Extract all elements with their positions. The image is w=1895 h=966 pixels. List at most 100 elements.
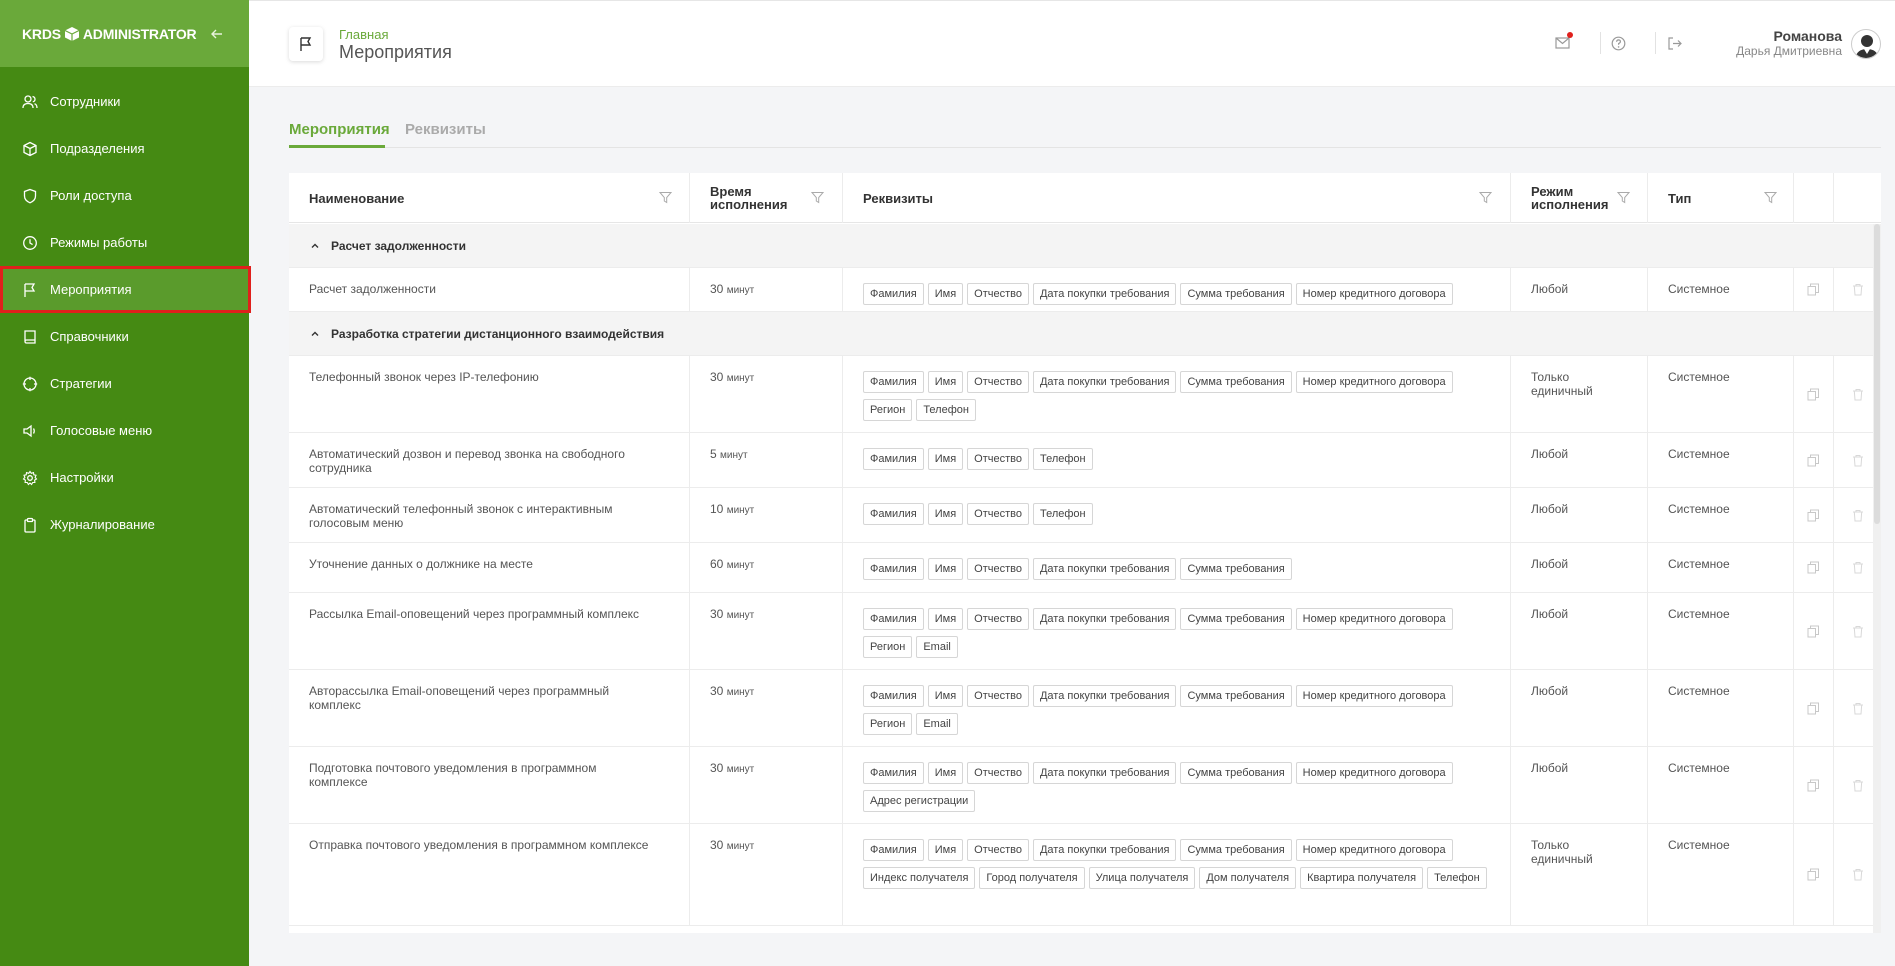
requisite-tag: Сумма требования <box>1180 283 1292 305</box>
time-value: 30 <box>710 370 724 384</box>
cell-requisites: Фамилия Имя Отчество Дата покупки требовани… <box>843 356 1511 432</box>
copy-button[interactable] <box>1794 488 1834 542</box>
group-row[interactable]: Разработка стратегии дистанционного взаи… <box>289 312 1881 356</box>
sidebar-item-8[interactable]: Настройки <box>0 454 249 501</box>
filter-icon[interactable] <box>1479 191 1492 204</box>
logout-button[interactable] <box>1665 34 1683 52</box>
requisite-tag: Имя <box>927 283 964 305</box>
column-header-label: Реквизиты <box>863 190 933 206</box>
divider <box>1655 32 1656 54</box>
requisite-tags: Фамилия Имя Отчество Дата покупки требовани… <box>863 762 1500 818</box>
copy-button[interactable] <box>1794 747 1834 823</box>
copy-button[interactable] <box>1794 593 1834 669</box>
requisite-tags: Фамилия Имя Отчество Телефон <box>863 503 1500 531</box>
table-row[interactable]: Авторассылка Email-оповещений через прог… <box>289 670 1881 747</box>
copy-button[interactable] <box>1794 356 1834 432</box>
table-row[interactable]: Автоматический дозвон и перевод звонка н… <box>289 433 1881 488</box>
sidebar-item-label: Режимы работы <box>50 235 148 250</box>
sidebar-item-label: Мероприятия <box>50 282 132 297</box>
sidebar-item-3[interactable]: Режимы работы <box>0 219 249 266</box>
table-row[interactable]: Отправка почтового уведомления в програм… <box>289 824 1881 926</box>
requisite-tag: Адрес регистрации <box>863 790 976 812</box>
filter-icon[interactable] <box>1617 191 1630 204</box>
sidebar-item-7[interactable]: Голосовые меню <box>0 407 249 454</box>
requisite-tags: Фамилия Имя Отчество Дата покупки требовани… <box>863 371 1500 427</box>
sidebar-item-9[interactable]: Журналирование <box>0 501 249 548</box>
requisite-tag: Телефон <box>916 399 976 421</box>
copy-button[interactable] <box>1794 433 1834 487</box>
sidebar-item-2[interactable]: Роли доступа <box>0 172 249 219</box>
mode-line: Любой <box>1531 761 1569 775</box>
help-button[interactable] <box>1609 34 1627 52</box>
tab-requisites[interactable]: Реквизиты <box>405 121 486 148</box>
type-value: Системное <box>1668 447 1730 461</box>
table-row[interactable]: Подготовка почтового уведомления в прогр… <box>289 747 1881 824</box>
event-name-line: Рассылка Email-оповещений через программ… <box>309 607 640 621</box>
filter-icon[interactable] <box>659 191 672 204</box>
copy-icon <box>1807 509 1819 521</box>
event-name-line: Уточнение данных о должнике на месте <box>309 557 533 571</box>
table-row[interactable]: Телефонный звонок через IP-телефонию 30 м… <box>289 356 1881 433</box>
type-value: Системное <box>1668 282 1730 296</box>
copy-button[interactable] <box>1794 543 1834 592</box>
user-first-names[interactable]: Дарья Дмитриевна <box>1736 44 1842 58</box>
sidebar-item-6[interactable]: Стратегии <box>0 360 249 407</box>
table-header: Наименование Время исполнения Реквизиты Р… <box>289 173 1881 223</box>
sidebar-item-label: Подразделения <box>50 141 145 156</box>
requisite-tag: Дата покупки требования <box>1032 608 1177 630</box>
time-value: 10 <box>710 502 724 516</box>
sidebar-item-label: Стратегии <box>50 376 112 391</box>
cell-time: 30 минут <box>690 747 843 823</box>
copy-button[interactable] <box>1794 670 1834 746</box>
requisite-tag: Фамилия <box>863 371 924 393</box>
requisite-tag: Фамилия <box>863 685 924 707</box>
table-row[interactable]: Расчет задолженности 30 минут Фамилия Имя От… <box>289 268 1881 312</box>
sidebar-item-label: Справочники <box>50 329 129 344</box>
mode-line: Любой <box>1531 607 1569 621</box>
sidebar-item-4[interactable]: Мероприятия <box>0 266 251 313</box>
chevron-up-icon[interactable] <box>309 240 321 252</box>
sidebar: KRDS ADMINISTRATOR Сотрудники Подразделен… <box>0 0 251 966</box>
table-row[interactable]: Автоматический телефонный звонок с интер… <box>289 488 1881 543</box>
requisite-tag: Имя <box>927 762 964 784</box>
cell-requisites: Фамилия Имя Отчество Дата покупки требовани… <box>843 747 1511 823</box>
requisite-tags: Фамилия Имя Отчество Телефон <box>863 448 1500 476</box>
chevron-up-icon[interactable] <box>309 328 321 340</box>
requisite-tags: Фамилия Имя Отчество Дата покупки требовани… <box>863 685 1500 741</box>
sidebar-header: KRDS ADMINISTRATOR <box>0 0 249 67</box>
requisite-tag: Email <box>916 713 958 735</box>
cell-requisites: Фамилия Имя Отчество Телефон <box>843 488 1511 542</box>
logo-cube-icon <box>64 26 80 41</box>
copy-button[interactable] <box>1794 824 1834 925</box>
vertical-scrollbar[interactable] <box>1873 224 1881 933</box>
filter-icon[interactable] <box>811 191 824 204</box>
sidebar-item-1[interactable]: Подразделения <box>0 125 249 172</box>
time-value: 30 <box>710 761 724 775</box>
logo[interactable]: KRDS ADMINISTRATOR <box>22 26 197 42</box>
breadcrumb[interactable]: Главная <box>339 27 388 42</box>
filter-icon[interactable] <box>1764 191 1777 204</box>
requisite-tag: Имя <box>927 685 964 707</box>
book-icon <box>22 329 38 345</box>
column-header-time: Время исполнения <box>690 173 843 223</box>
avatar[interactable] <box>1851 29 1881 59</box>
flag-icon <box>22 282 38 298</box>
sidebar-item-5[interactable]: Справочники <box>0 313 249 360</box>
trash-icon <box>1852 509 1863 521</box>
table-row[interactable]: Уточнение данных о должнике на месте 60 м… <box>289 543 1881 593</box>
shield-icon <box>22 188 38 204</box>
group-row[interactable]: Расчет задолженности <box>289 224 1881 268</box>
scrollbar-thumb[interactable] <box>1874 224 1880 524</box>
notifications-button[interactable] <box>1553 32 1573 52</box>
requisite-tag: Номер кредитного договора <box>1295 283 1453 305</box>
copy-button[interactable] <box>1794 268 1834 311</box>
requisite-tag: Номер кредитного договора <box>1295 608 1453 630</box>
requisite-tag: Телефон <box>1032 503 1093 525</box>
sidebar-item-0[interactable]: Сотрудники <box>0 78 249 125</box>
user-last-name[interactable]: Романова <box>1773 28 1842 44</box>
collapse-sidebar-button[interactable] <box>207 24 227 44</box>
table-row[interactable]: Рассылка Email-оповещений через программ… <box>289 593 1881 670</box>
time-value: 30 <box>710 838 724 852</box>
tab-events[interactable]: Мероприятия <box>289 121 390 148</box>
event-name-line: Телефонный звонок через IP-телефонию <box>309 370 539 384</box>
